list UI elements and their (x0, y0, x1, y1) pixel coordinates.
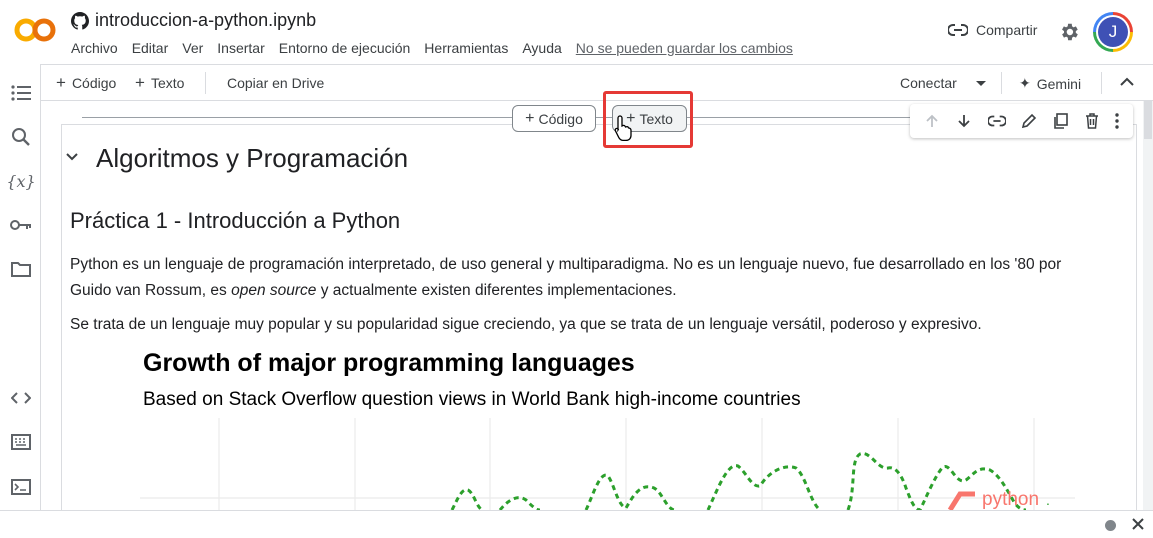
chart-image-subtitle: Based on Stack Overflow question views i… (143, 389, 801, 410)
file-title-row: introduccion-a-python.ipynb (71, 10, 316, 31)
svg-text:.: . (1046, 492, 1050, 508)
plus-icon: + (135, 73, 145, 92)
toolbar-divider (1001, 72, 1002, 94)
menu-entorno[interactable]: Entorno de ejecución (279, 40, 411, 56)
variables-icon[interactable]: {x} (6, 170, 35, 192)
command-palette-icon[interactable] (10, 431, 32, 453)
terminal-icon[interactable] (10, 476, 32, 498)
move-up-icon[interactable] (924, 113, 940, 129)
python-series-label: python (982, 489, 1039, 510)
chart-image-title: Growth of major programming languages (143, 349, 635, 377)
account-avatar[interactable]: J (1093, 12, 1133, 52)
chart-image-plot: python . (140, 418, 1075, 510)
gear-icon[interactable] (1058, 21, 1080, 43)
gemini-label: Gemini (1036, 75, 1082, 92)
add-text-button[interactable]: + Texto (135, 73, 185, 92)
menu-archivo[interactable]: Archivo (71, 40, 118, 56)
share-button[interactable]: Compartir (948, 22, 1037, 38)
table-of-contents-icon[interactable] (10, 82, 32, 104)
paragraph-1-emphasis: open source (231, 282, 317, 299)
folder-icon[interactable] (10, 258, 32, 280)
github-icon (71, 11, 89, 30)
menu-editar[interactable]: Editar (132, 40, 169, 56)
paragraph-1: Python es un lenguaje de programación in… (70, 252, 1110, 304)
notebook-toolbar: + Código + Texto Copiar en Drive Conecta… (41, 64, 1153, 101)
menu-ayuda[interactable]: Ayuda (522, 40, 561, 56)
avatar-initial: J (1098, 17, 1128, 47)
chevron-down-icon[interactable] (975, 80, 987, 88)
search-icon[interactable] (10, 126, 32, 148)
mirror-cell-icon[interactable] (1053, 113, 1069, 129)
insert-code-label: Código (538, 110, 583, 127)
colab-logo[interactable] (14, 16, 56, 44)
section-heading: Algoritmos y Programación (96, 143, 409, 173)
plus-icon: + (525, 109, 535, 127)
cell-toolbar (910, 104, 1133, 138)
close-icon[interactable] (1131, 517, 1145, 531)
notebook-filename[interactable]: introduccion-a-python.ipynb (95, 10, 316, 31)
link-icon (948, 24, 968, 36)
click-highlight-box (603, 91, 693, 148)
paragraph-1-line-1: Python es un lenguaje de programación in… (70, 256, 1062, 273)
add-code-button[interactable]: + Código (56, 73, 117, 92)
paragraph-1-line-2a: Guido van Rossum, es (70, 282, 232, 299)
chevron-up-icon[interactable] (1120, 77, 1134, 87)
status-bar (0, 510, 1153, 538)
sparkle-icon: ✦ (1019, 75, 1031, 91)
toolbar-divider (1101, 72, 1102, 94)
code-snippets-icon[interactable] (10, 387, 32, 409)
plus-icon: + (56, 73, 66, 92)
connect-label: Conectar (900, 75, 957, 91)
add-code-label: Código (71, 75, 117, 91)
subsection-heading: Práctica 1 - Introducción a Python (70, 208, 401, 233)
connection-status-dot (1105, 520, 1116, 531)
insert-code-cell-button[interactable]: + Código (512, 105, 596, 132)
menu-herramientas[interactable]: Herramientas (424, 40, 508, 56)
add-text-label: Texto (150, 75, 185, 91)
link-icon[interactable] (987, 115, 1006, 127)
vertical-scrollbar[interactable] (1143, 101, 1153, 510)
paragraph-1-line-2b: y actualmente existen diferentes impleme… (316, 282, 677, 299)
secrets-key-icon[interactable] (10, 214, 32, 236)
gemini-button[interactable]: ✦ Gemini (1019, 75, 1081, 92)
connect-button[interactable]: Conectar (900, 75, 957, 91)
python-label-pointer (947, 491, 975, 510)
unsaved-changes-link[interactable]: No se pueden guardar los cambios (576, 40, 793, 56)
app-header: introduccion-a-python.ipynb Archivo Edit… (0, 0, 1153, 64)
scroll-thumb[interactable] (1144, 101, 1152, 139)
menu-insertar[interactable]: Insertar (217, 40, 264, 56)
menu-bar: Archivo Editar Ver Insertar Entorno de e… (71, 40, 807, 56)
insert-divider-line (82, 117, 912, 118)
python-series-line (450, 452, 1027, 510)
paragraph-2: Se trata de un lenguaje muy popular y su… (70, 316, 982, 333)
delete-trash-icon[interactable] (1085, 113, 1099, 129)
copy-to-drive-button[interactable]: Copiar en Drive (227, 75, 324, 91)
edit-pencil-icon[interactable] (1021, 113, 1037, 129)
more-vert-icon[interactable] (1115, 113, 1119, 129)
left-sidebar: {x} (0, 64, 41, 510)
share-label: Compartir (976, 22, 1038, 38)
collapse-chevron-icon[interactable] (65, 150, 79, 164)
menu-ver[interactable]: Ver (182, 40, 203, 56)
toolbar-divider (205, 72, 206, 94)
move-down-icon[interactable] (956, 113, 972, 129)
